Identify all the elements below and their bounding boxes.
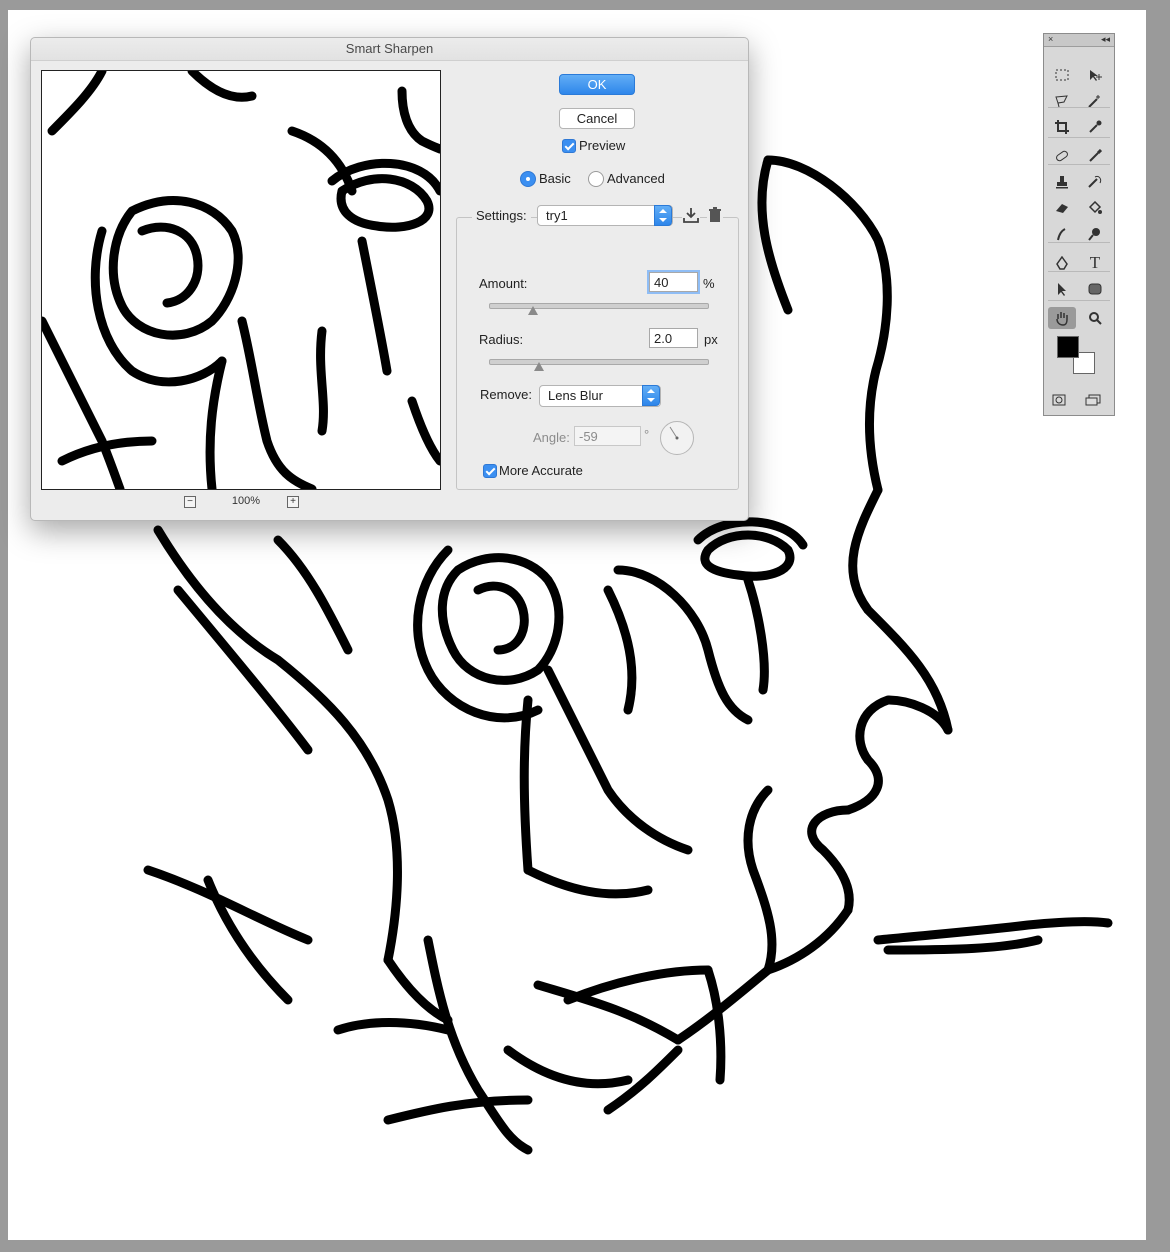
tools-panel-header[interactable]: × ◂◂ (1044, 34, 1114, 47)
advanced-radio[interactable] (588, 171, 604, 187)
radius-slider-thumb[interactable] (534, 362, 545, 371)
basic-label: Basic (539, 171, 571, 186)
path-select-icon[interactable] (1048, 278, 1076, 300)
preview-artwork (42, 71, 440, 489)
radius-slider[interactable] (489, 359, 709, 365)
preview-checkbox[interactable] (562, 139, 576, 153)
angle-input[interactable]: -59 (574, 426, 641, 446)
amount-input[interactable]: 40 (647, 270, 700, 294)
paint-bucket-icon[interactable] (1081, 197, 1109, 219)
settings-stepper-icon (654, 205, 672, 226)
cancel-button[interactable]: Cancel (559, 108, 635, 129)
remove-stepper-icon (642, 385, 660, 406)
eraser-icon[interactable] (1048, 197, 1076, 219)
save-preset-icon (683, 208, 699, 223)
close-icon[interactable]: × (1048, 34, 1053, 44)
history-brush-icon[interactable] (1081, 171, 1109, 193)
amount-label: Amount: (479, 276, 528, 291)
remove-select[interactable]: Lens Blur (539, 385, 661, 407)
collapse-icon[interactable]: ◂◂ (1101, 34, 1110, 45)
tools-separator (1048, 164, 1110, 165)
amount-unit: % (703, 276, 715, 291)
radius-unit: px (704, 332, 718, 347)
preview-pane[interactable] (41, 70, 441, 490)
quick-mask-icon[interactable] (1045, 389, 1073, 411)
hand-icon[interactable] (1048, 307, 1076, 329)
delete-preset-button[interactable] (707, 206, 723, 224)
tools-separator (1048, 137, 1110, 138)
preview-label: Preview (579, 138, 626, 153)
lasso-icon[interactable] (1048, 90, 1076, 112)
screen-mode-icon[interactable] (1079, 389, 1107, 411)
radius-label: Radius: (479, 332, 524, 347)
more-accurate-checkbox[interactable] (483, 464, 497, 478)
foreground-color-swatch[interactable] (1057, 336, 1079, 358)
settings-select[interactable]: try1 (537, 205, 673, 226)
settings-value: try1 (546, 208, 568, 223)
zoom-level: 100% (231, 495, 261, 507)
crop-icon[interactable] (1048, 116, 1076, 138)
advanced-label: Advanced (607, 171, 665, 186)
angle-dial-icon (669, 426, 679, 440)
ok-button[interactable]: OK (559, 74, 635, 95)
magic-wand-icon[interactable] (1081, 90, 1109, 112)
tools-separator (1048, 271, 1110, 272)
amount-slider[interactable] (489, 303, 709, 309)
radius-input[interactable]: 2.0 (649, 328, 698, 348)
angle-dial[interactable] (660, 421, 694, 455)
settings-group (456, 217, 739, 490)
save-preset-button[interactable] (682, 206, 700, 224)
eyedropper-icon[interactable] (1081, 116, 1109, 138)
zoom-icon[interactable] (1081, 307, 1109, 329)
more-accurate-label: More Accurate (499, 463, 583, 478)
tools-separator (1048, 300, 1110, 301)
tools-separator (1048, 242, 1110, 243)
angle-label: Angle: (533, 430, 570, 445)
remove-value: Lens Blur (548, 388, 603, 403)
remove-label: Remove: (480, 387, 533, 402)
amount-slider-thumb[interactable] (527, 306, 538, 315)
smart-sharpen-dialog: Smart Sharpen − 100% + OK Cancel Preview… (30, 37, 749, 521)
move-icon[interactable] (1081, 64, 1109, 86)
rectangle-icon[interactable] (1081, 278, 1109, 300)
marquee-icon[interactable] (1048, 64, 1076, 86)
zoom-out-button[interactable]: − (184, 496, 196, 508)
tools-separator (1048, 107, 1110, 108)
settings-label: Settings: (472, 208, 531, 223)
tools-panel: × ◂◂ T (1043, 33, 1115, 416)
dialog-title: Smart Sharpen (31, 38, 748, 61)
clone-stamp-icon[interactable] (1048, 171, 1076, 193)
angle-unit: ° (644, 427, 650, 442)
basic-radio[interactable] (520, 171, 536, 187)
trash-icon (709, 207, 721, 222)
zoom-in-button[interactable]: + (287, 496, 299, 508)
zoom-bar: − 100% + (41, 494, 441, 510)
